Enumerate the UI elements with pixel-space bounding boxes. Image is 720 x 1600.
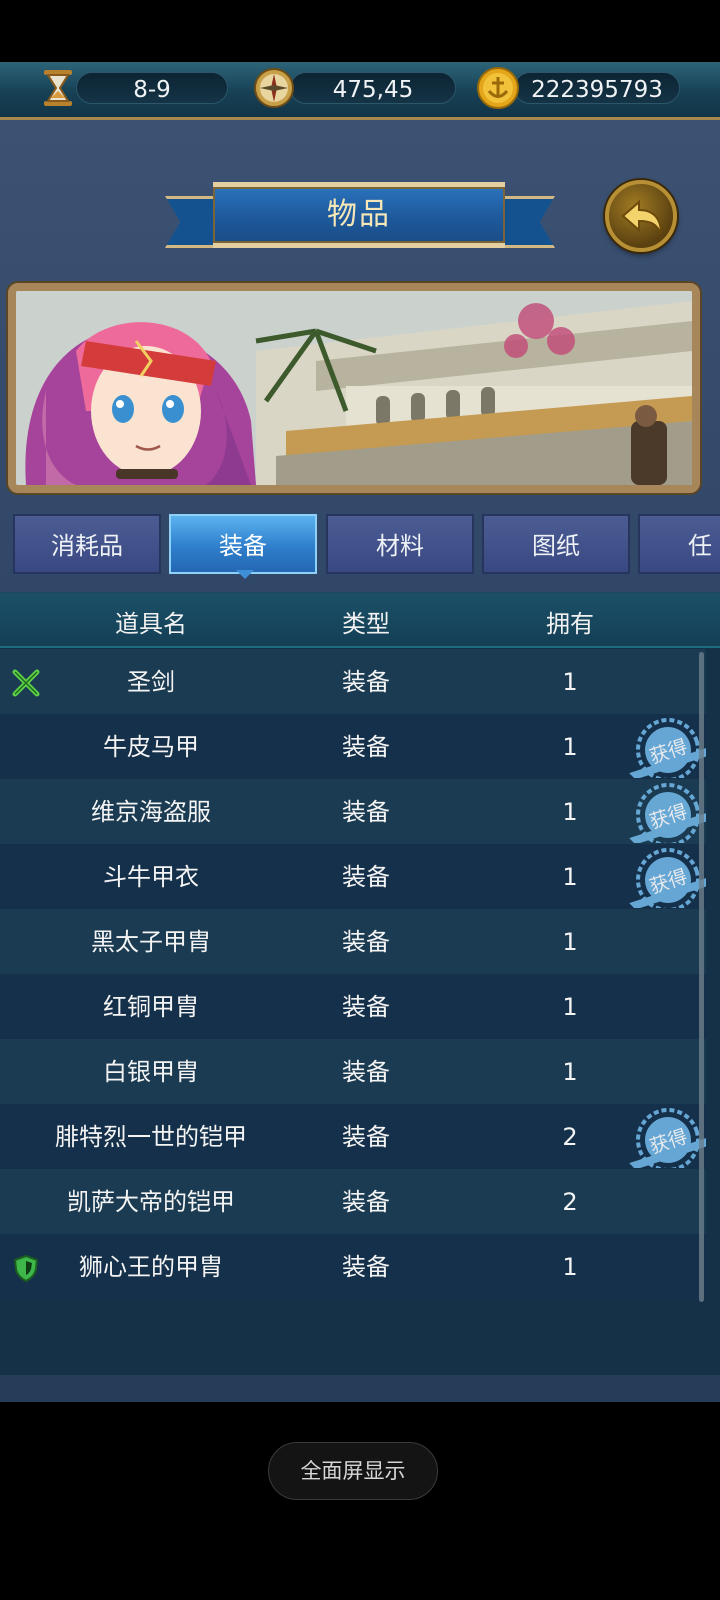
item-type: 装备	[342, 667, 390, 696]
coordinate-display: 475,45	[290, 72, 456, 104]
gold-anchor-coin-icon	[477, 67, 519, 109]
header-type: 类型	[342, 610, 390, 638]
date-value: 8-9	[133, 77, 171, 103]
table-row[interactable]: 腓特烈一世的铠甲 装备 2 获得	[0, 1104, 708, 1172]
item-name: 红铜甲胄	[103, 992, 199, 1021]
tab-blueprints[interactable]: 图纸	[482, 514, 630, 574]
items-table: 道具名 类型 拥有 圣剑 装备 1 牛皮马甲 装备 1 获得 维京海盗服 装备 1 获得 斗牛甲衣 装备…	[0, 592, 720, 1375]
item-owned-count: 1	[562, 992, 578, 1021]
table-row[interactable]: 白银甲胄 装备 1	[0, 1039, 706, 1104]
gold-display: 222395793	[514, 72, 680, 104]
town-scene-illustration	[16, 291, 692, 485]
hourglass-icon	[44, 70, 72, 106]
header-name: 道具名	[115, 610, 187, 638]
item-owned-count: 2	[562, 1122, 578, 1151]
item-type: 装备	[342, 1122, 390, 1151]
date-display: 8-9	[76, 72, 228, 104]
shield-icon	[12, 1254, 40, 1283]
item-type: 装备	[342, 1187, 390, 1216]
item-name: 白银甲胄	[103, 1057, 199, 1086]
back-button[interactable]	[605, 180, 677, 252]
item-owned-count: 1	[562, 927, 578, 956]
item-name: 维京海盗服	[91, 797, 211, 826]
obtained-stamp: 获得	[622, 846, 708, 912]
item-owned-count: 2	[562, 1187, 578, 1216]
table-row[interactable]: 黑太子甲胄 装备 1	[0, 909, 706, 974]
fullscreen-display-button[interactable]: 全面屏显示	[268, 1442, 438, 1500]
category-tabs: 消耗品 装备 材料 图纸 任	[0, 514, 720, 576]
item-name: 凯萨大帝的铠甲	[67, 1187, 235, 1216]
title-plate: 物品	[213, 182, 505, 248]
tab-equipment[interactable]: 装备	[169, 514, 317, 574]
item-owned-count: 1	[562, 797, 578, 826]
item-owned-count: 1	[562, 862, 578, 891]
table-row[interactable]: 狮心王的甲胄 装备 1	[0, 1234, 706, 1299]
tab-materials[interactable]: 材料	[326, 514, 474, 574]
obtained-stamp: 获得	[622, 781, 708, 847]
coordinate-value: 475,45	[332, 77, 414, 103]
resource-bar: 8-9 475,45 222395793	[0, 62, 720, 120]
item-owned-count: 1	[562, 667, 578, 696]
item-name: 斗牛甲衣	[103, 862, 199, 891]
item-owned-count: 1	[562, 1252, 578, 1281]
scrollbar[interactable]	[699, 652, 704, 1302]
tab-quest[interactable]: 任	[638, 514, 720, 574]
item-type: 装备	[342, 862, 390, 891]
item-name: 腓特烈一世的铠甲	[55, 1122, 247, 1151]
table-header: 道具名 类型 拥有	[0, 594, 720, 648]
scene-banner	[8, 283, 700, 493]
item-owned-count: 1	[562, 1057, 578, 1086]
table-row[interactable]: 维京海盗服 装备 1 获得	[0, 779, 708, 847]
table-row[interactable]: 圣剑 装备 1	[0, 649, 706, 714]
table-row[interactable]: 红铜甲胄 装备 1	[0, 974, 706, 1039]
title-banner: 物品	[165, 178, 555, 262]
item-name: 牛皮马甲	[103, 732, 199, 761]
item-type: 装备	[342, 732, 390, 761]
item-type: 装备	[342, 797, 390, 826]
item-type: 装备	[342, 927, 390, 956]
item-type: 装备	[342, 992, 390, 1021]
table-row[interactable]: 牛皮马甲 装备 1 获得	[0, 714, 708, 782]
table-row[interactable]: 斗牛甲衣 装备 1 获得	[0, 844, 708, 912]
active-tab-indicator	[236, 570, 254, 579]
item-owned-count: 1	[562, 732, 578, 761]
item-type: 装备	[342, 1252, 390, 1281]
header-owned: 拥有	[546, 610, 594, 638]
compass-icon	[254, 68, 294, 108]
tab-consumables[interactable]: 消耗品	[13, 514, 161, 574]
obtained-stamp: 获得	[622, 1106, 708, 1172]
item-name: 黑太子甲胄	[91, 927, 211, 956]
crossed-swords-icon	[12, 669, 40, 697]
gold-value: 222395793	[531, 77, 663, 103]
table-row[interactable]: 凯萨大帝的铠甲 装备 2	[0, 1169, 706, 1234]
item-name: 狮心王的甲胄	[79, 1252, 223, 1281]
page-title: 物品	[327, 197, 391, 232]
item-name: 圣剑	[127, 667, 175, 696]
item-type: 装备	[342, 1057, 390, 1086]
obtained-stamp: 获得	[622, 716, 708, 782]
back-arrow-icon	[621, 199, 662, 235]
